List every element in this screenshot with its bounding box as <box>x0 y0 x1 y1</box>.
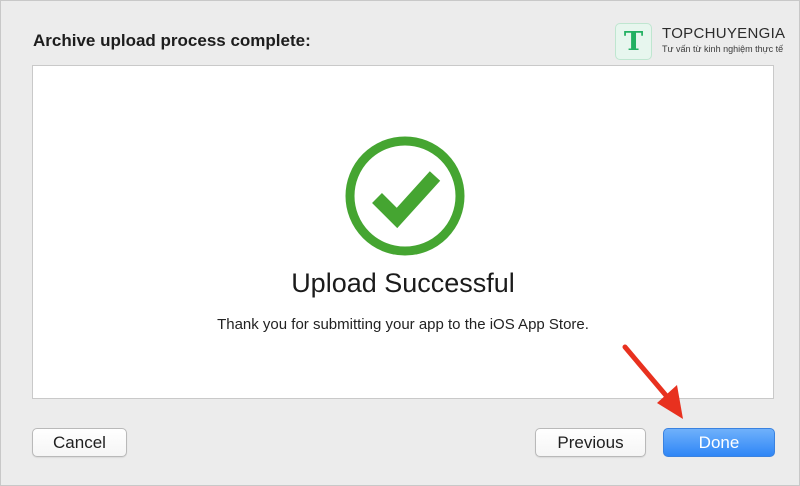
cancel-button[interactable]: Cancel <box>32 428 127 457</box>
dialog-title: Archive upload process complete: <box>33 31 311 50</box>
upload-complete-dialog: Archive upload process complete: Upload … <box>0 0 800 486</box>
upload-status-message: Thank you for submitting your app to the… <box>217 316 589 333</box>
upload-status-heading: Upload Successful <box>291 268 515 298</box>
watermark-logo-icon: T <box>615 23 652 60</box>
watermark-tagline: Tư vấn từ kinh nghiệm thực tế <box>662 44 784 54</box>
red-arrow-icon <box>622 344 683 419</box>
previous-button[interactable]: Previous <box>535 428 646 457</box>
watermark-name: TOPCHUYENGIA <box>662 25 786 42</box>
checkmark-circle-icon <box>345 136 465 256</box>
watermark: T TOPCHUYENGIA Tư vấn từ kinh nghiệm thự… <box>615 23 795 61</box>
done-button[interactable]: Done <box>663 428 775 457</box>
